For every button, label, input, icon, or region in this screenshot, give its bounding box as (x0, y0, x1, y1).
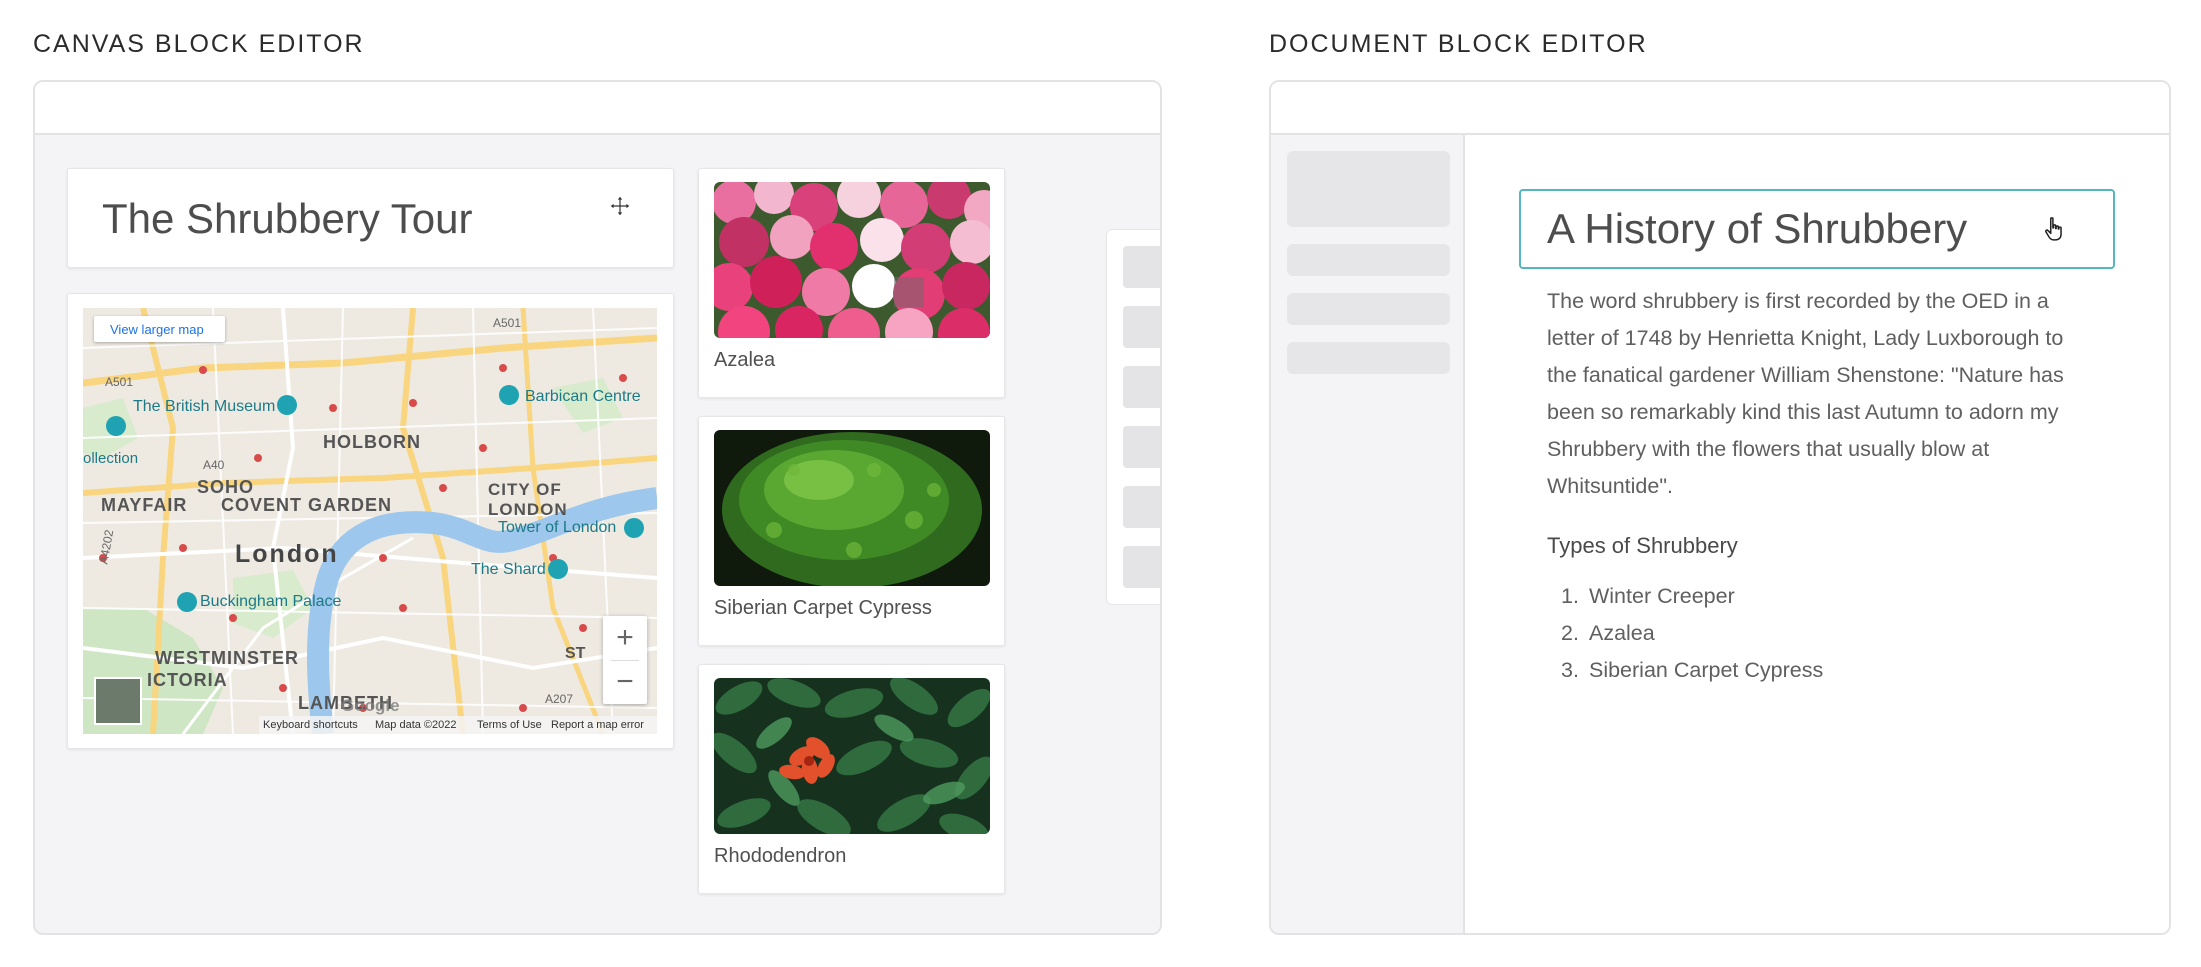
list-number: 2. (1561, 621, 1579, 645)
title-block-text[interactable]: The Shrubbery Tour (102, 195, 472, 243)
title-block[interactable]: The Shrubbery Tour (67, 168, 674, 268)
azalea-photo (714, 182, 990, 338)
document-sidebar (1271, 135, 1465, 933)
list-item[interactable]: 2. Azalea (1547, 615, 1823, 652)
document-subheading[interactable]: Types of Shrubbery (1547, 533, 1738, 559)
map-label-victoria: ICTORIA (147, 670, 228, 690)
list-number: 3. (1561, 658, 1579, 682)
palette-item[interactable] (1123, 366, 1160, 408)
map-view[interactable]: View larger map The British Museum Barbi… (83, 308, 657, 734)
palette-item[interactable] (1123, 486, 1160, 528)
map-label-buckingham: Buckingham Palace (200, 593, 342, 610)
map-footer: Keyboard shortcuts Map data ©2022 Terms … (259, 716, 657, 734)
map-label-city-london: LONDON (488, 500, 568, 519)
palette-item[interactable] (1123, 246, 1160, 288)
zoom-in-button[interactable]: + (603, 616, 647, 660)
map-label-shard: The Shard (471, 561, 546, 578)
map-zoom-controls: + − (603, 616, 647, 704)
map-label-westminster: WESTMINSTER (155, 648, 299, 668)
list-item-text: Siberian Carpet Cypress (1588, 658, 1824, 682)
document-editor-toolbar (1271, 82, 2169, 135)
map-label-city-of: CITY OF (488, 480, 562, 499)
map-block[interactable]: View larger map The British Museum Barbi… (67, 293, 674, 749)
map-label-a501b: A501 (493, 316, 522, 330)
list-item-text: Azalea (1588, 621, 1655, 645)
block-palette (1106, 229, 1160, 605)
keyboard-shortcuts-link[interactable]: Keyboard shortcuts (263, 719, 358, 731)
zoom-out-button[interactable]: − (603, 660, 647, 704)
map-label-collection: ollection (83, 450, 139, 467)
map-label-tower: Tower of London (498, 519, 617, 536)
document-title[interactable]: A History of Shrubbery (1547, 205, 1967, 253)
list-number: 1. (1561, 584, 1579, 608)
list-item[interactable]: 3. Siberian Carpet Cypress (1547, 652, 1823, 689)
map-label-british-museum: The British Museum (133, 398, 276, 415)
map-label-a40: A40 (203, 458, 225, 472)
terms-of-use-link[interactable]: Terms of Use (477, 719, 542, 731)
palette-item[interactable] (1123, 306, 1160, 348)
view-larger-map-button[interactable]: View larger map (94, 316, 225, 342)
document-paragraph[interactable]: The word shrubbery is first recorded by … (1547, 283, 2087, 505)
document-editor-heading: DOCUMENT BLOCK EDITOR (1269, 30, 1648, 58)
cypress-caption[interactable]: Siberian Carpet Cypress (714, 597, 932, 620)
view-larger-map-label: View larger map (110, 322, 204, 337)
cypress-photo (714, 430, 990, 586)
map-label-barbican: Barbican Centre (525, 388, 641, 405)
rhododendron-photo (714, 678, 990, 834)
google-logo: Google (341, 696, 400, 715)
sidebar-skeleton-block[interactable] (1287, 151, 1450, 227)
sidebar-skeleton-line[interactable] (1287, 244, 1450, 276)
map-label-london: London (235, 540, 339, 568)
list-item[interactable]: 1. Winter Creeper (1547, 578, 1823, 615)
map-data-text: Map data ©2022 (375, 719, 457, 731)
palette-item[interactable] (1123, 426, 1160, 468)
image-block-azalea[interactable]: Azalea (698, 168, 1005, 398)
rhododendron-caption[interactable]: Rhododendron (714, 845, 846, 868)
map-label-a501: A501 (105, 375, 134, 389)
document-editor-frame: A History of Shrubbery The word shrubber… (1269, 80, 2171, 935)
report-map-error-link[interactable]: Report a map error (551, 719, 644, 731)
list-item-text: Winter Creeper (1588, 584, 1735, 608)
pointer-hand-icon (2045, 217, 2062, 241)
image-block-rhododendron[interactable]: Rhododendron (698, 664, 1005, 894)
map-label-mayfair: MAYFAIR (101, 495, 188, 515)
map-label-holborn: HOLBORN (323, 432, 421, 452)
map-label-a207: A207 (545, 692, 574, 706)
canvas-editor-toolbar (35, 82, 1160, 135)
map-label-covent-garden: COVENT GARDEN (221, 495, 393, 515)
move-icon[interactable] (608, 194, 632, 218)
image-block-siberian-carpet-cypress[interactable]: Siberian Carpet Cypress (698, 416, 1005, 646)
document-list: 1. Winter Creeper 2. Azalea 3. Siberian … (1547, 578, 1823, 689)
canvas-editor-frame: The Shrubbery Tour View larger map The B… (33, 80, 1162, 935)
palette-item[interactable] (1123, 546, 1160, 588)
document-content: A History of Shrubbery The word shrubber… (1465, 135, 2169, 933)
azalea-caption[interactable]: Azalea (714, 349, 775, 372)
sidebar-skeleton-line[interactable] (1287, 293, 1450, 325)
document-title-block[interactable]: A History of Shrubbery (1519, 189, 2115, 269)
canvas-editor-heading: CANVAS BLOCK EDITOR (33, 30, 365, 58)
sidebar-skeleton-line[interactable] (1287, 342, 1450, 374)
map-label-st: ST (565, 645, 586, 662)
